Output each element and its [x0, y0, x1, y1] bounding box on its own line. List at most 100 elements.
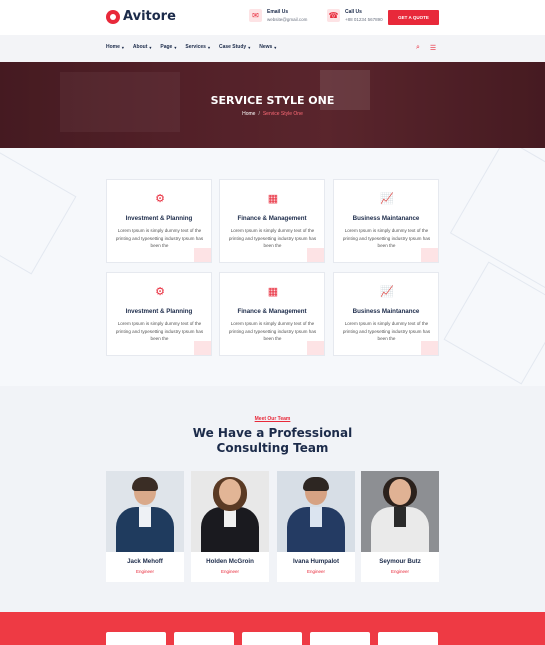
breadcrumb-home[interactable]: Home [242, 111, 255, 117]
photo-head [219, 479, 241, 505]
team-subtitle: Meet Our Team [254, 416, 291, 422]
partner-logo-box [106, 632, 166, 645]
call-label: Call Us [345, 9, 362, 15]
photo-shirt [139, 507, 151, 527]
nav-label: Case Study [218, 44, 247, 50]
card-corner [194, 341, 211, 355]
nav-item-services[interactable]: Services ▾ [185, 44, 210, 50]
nav-item-home[interactable]: Home ▾ [106, 44, 124, 50]
service-description: Lorem Ipsum is simply dummy text of the … [115, 321, 204, 341]
service-card[interactable]: ▦ Finance & Management Lorem Ipsum is si… [219, 272, 325, 356]
team-member-card[interactable]: Ivana Humpalot Engineer [277, 471, 355, 582]
chevron-down-icon: ▾ [149, 44, 152, 50]
logo[interactable]: Avitore [106, 9, 176, 24]
chevron-down-icon: ▾ [248, 44, 251, 50]
member-photo [277, 471, 355, 552]
email-label: Email Us [267, 9, 289, 15]
service-description: Lorem Ipsum is simply dummy text of the … [342, 321, 431, 341]
logo-text: Avitore [123, 9, 176, 24]
photo-head [389, 479, 411, 505]
photo-shirt [310, 507, 322, 527]
finance-icon: ▦ [267, 285, 279, 298]
card-corner [194, 248, 211, 262]
team-section: Meet Our Team We Have a Professional Con… [0, 386, 545, 612]
member-photo [361, 471, 439, 552]
service-title: Business Maintanance [352, 308, 420, 315]
member-role: Engineer [220, 569, 239, 574]
breadcrumb: Home / Service Style One [0, 111, 545, 117]
card-corner [421, 248, 438, 262]
service-title: Business Maintanance [352, 215, 420, 222]
finance-icon: ▦ [267, 192, 279, 205]
member-name: Jack Mehoff [127, 558, 163, 565]
service-description: Lorem Ipsum is simply dummy text of the … [228, 321, 317, 341]
chevron-down-icon: ▾ [174, 44, 177, 50]
member-name: Holden McGroin [206, 558, 254, 565]
investment-icon: ⚙ [155, 192, 165, 205]
phone-icon: ☎ [327, 9, 340, 22]
call-value[interactable]: +88 01234 567890 [345, 17, 383, 22]
partner-logo-box [242, 632, 302, 645]
chart-icon: 📈 [380, 192, 394, 205]
nav-item-about[interactable]: About ▾ [133, 44, 151, 50]
call-contact: ☎ Call Us +88 01234 567890 [327, 9, 383, 22]
background-shape [443, 261, 545, 385]
service-description: Lorem Ipsum is simply dummy text of the … [228, 228, 317, 248]
nav-label: Services [185, 44, 206, 50]
breadcrumb-current: Service Style One [262, 111, 303, 117]
service-card[interactable]: ▦ Finance & Management Lorem Ipsum is si… [219, 179, 325, 263]
nav-item-case-study[interactable]: Case Study ▾ [219, 44, 250, 50]
team-title-line: We Have a Professional [192, 426, 353, 440]
nav-label: Home [106, 44, 120, 50]
member-name: Ivana Humpalot [292, 558, 340, 565]
service-card[interactable]: ⚙ Investment & Planning Lorem Ipsum is s… [106, 272, 212, 356]
service-card[interactable]: 📈 Business Maintanance Lorem Ipsum is si… [333, 179, 439, 263]
service-title: Finance & Management [237, 308, 307, 315]
chart-icon: 📈 [380, 285, 394, 298]
photo-hair [303, 477, 329, 491]
email-value[interactable]: website@gmail.com [267, 17, 307, 22]
service-description: Lorem Ipsum is simply dummy text of the … [115, 228, 204, 248]
team-member-card[interactable]: Jack Mehoff Engineer [106, 471, 184, 582]
services-section: ⚙ Investment & Planning Lorem Ipsum is s… [0, 148, 545, 386]
logo-pin-icon [106, 9, 120, 24]
member-role: Engineer [390, 569, 409, 574]
service-title: Finance & Management [237, 215, 307, 222]
photo-shirt [394, 507, 406, 527]
background-shape [0, 151, 77, 275]
nav-item-page[interactable]: Page ▾ [160, 44, 176, 50]
team-member-card[interactable]: Seymour Butz Engineer [361, 471, 439, 582]
partner-logo-box [378, 632, 438, 645]
bottom-band [0, 612, 545, 645]
mail-icon: ✉ [249, 9, 262, 22]
service-card[interactable]: ⚙ Investment & Planning Lorem Ipsum is s… [106, 179, 212, 263]
team-title-line: Consulting Team [216, 441, 329, 455]
nav-item-news[interactable]: News ▾ [259, 44, 276, 50]
member-photo [191, 471, 269, 552]
breadcrumb-separator: / [258, 111, 260, 117]
investment-icon: ⚙ [155, 285, 165, 298]
nav-label: News [259, 44, 273, 50]
chevron-down-icon: ▾ [274, 44, 277, 50]
team-title: We Have a Professional Consulting Team [0, 426, 545, 456]
top-header: Avitore ✉ Email Us website@gmail.com ☎ C… [0, 0, 545, 35]
service-card[interactable]: 📈 Business Maintanance Lorem Ipsum is si… [333, 272, 439, 356]
member-photo [106, 471, 184, 552]
chevron-down-icon: ▾ [121, 44, 124, 50]
page-title: SERVICE STYLE ONE [210, 94, 335, 107]
menu-icon[interactable]: ☰ [430, 44, 436, 52]
service-description: Lorem Ipsum is simply dummy text of the … [342, 228, 431, 248]
card-corner [421, 341, 438, 355]
photo-hair [132, 477, 158, 491]
email-contact: ✉ Email Us website@gmail.com [249, 9, 307, 22]
card-corner [307, 248, 324, 262]
nav-label: Page [160, 44, 173, 50]
card-corner [307, 341, 324, 355]
service-title: Investment & Planning [125, 215, 193, 222]
get-quote-button[interactable]: GET A QUOTE [388, 10, 439, 25]
services-grid: ⚙ Investment & Planning Lorem Ipsum is s… [106, 179, 439, 356]
team-member-card[interactable]: Holden McGroin Engineer [191, 471, 269, 582]
search-icon[interactable]: ⌕ [416, 44, 420, 52]
main-nav: Home ▾ About ▾ Page ▾ Services ▾ Case Study ▾… [0, 35, 545, 62]
partner-logo-box [310, 632, 370, 645]
